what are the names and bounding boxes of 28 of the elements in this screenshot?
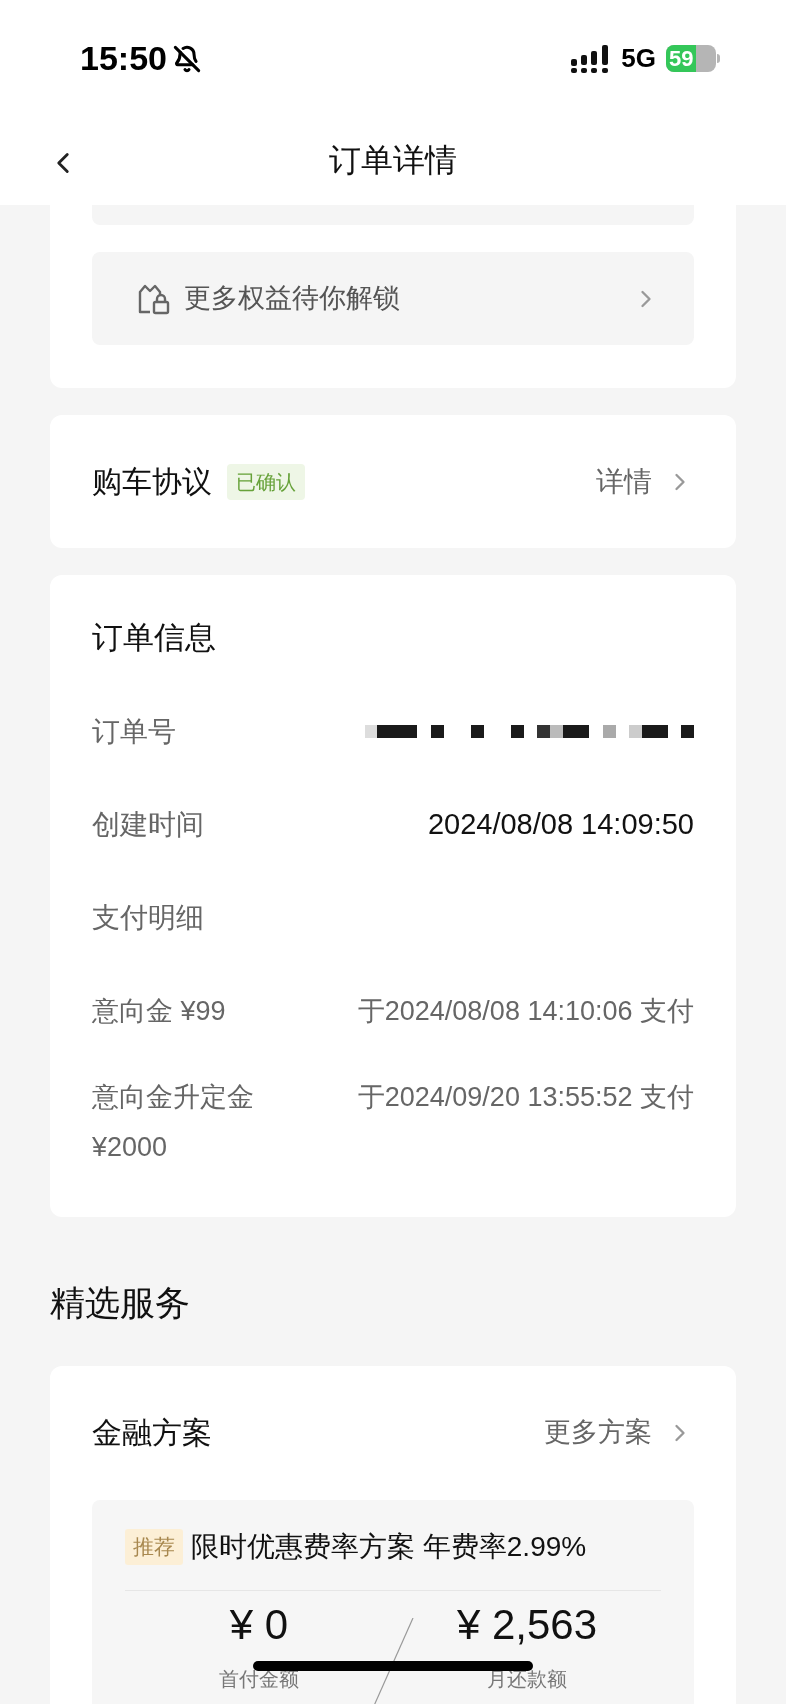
payment-label: 意向金升定金 ¥2000 [92, 1081, 255, 1164]
amount-label: 首付金额 [219, 1667, 299, 1691]
battery-level: 59 [668, 47, 694, 70]
bell-off-icon [172, 44, 201, 73]
recommend-tag: 推荐 [125, 1529, 183, 1565]
agreement-title: 购车协议 [92, 464, 212, 500]
details-link[interactable]: 详情 [596, 460, 694, 503]
network-type: 5G [621, 42, 656, 75]
payment-time: 于2024/08/08 14:10:06 支付 [357, 994, 694, 1028]
lock-bag-icon [136, 282, 170, 315]
row-label: 创建时间 [92, 807, 204, 842]
status-tag: 已确认 [227, 463, 305, 500]
row-value: 2024/08/08 14:09:50 [427, 806, 694, 842]
amount-value: ¥ 0 [229, 1603, 289, 1647]
section-title: 订单信息 [92, 619, 216, 658]
page-title: 订单详情 [329, 141, 457, 180]
more-plans-link[interactable]: 更多方案 [544, 1412, 694, 1453]
amount-value: ¥ 2,563 [456, 1603, 598, 1647]
plan-name: 限时优惠费率方案 年费率2.99% [191, 1530, 587, 1564]
benefits-row[interactable]: 更多权益待你解锁 [92, 252, 694, 345]
payment-time: 于2024/09/20 13:55:52 支付 [357, 1081, 694, 1114]
section-heading: 精选服务 [50, 1283, 190, 1322]
row-label: 订单号 [92, 714, 176, 749]
row-label: 支付明细 [92, 900, 204, 935]
finance-title: 金融方案 [92, 1415, 212, 1451]
amount-label: 月还款额 [487, 1667, 567, 1691]
payment-label: 意向金 ¥99 [92, 994, 227, 1028]
status-time: 15:50 [80, 38, 167, 79]
